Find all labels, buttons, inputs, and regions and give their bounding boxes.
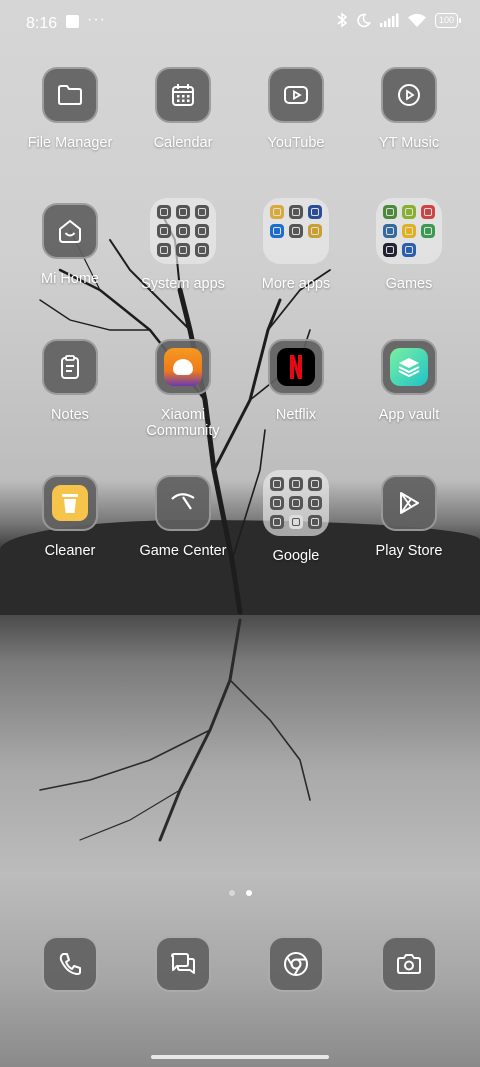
page-indicator [229, 890, 252, 896]
app-app-vault[interactable]: App vault [353, 339, 465, 423]
app-label: Mi Home [40, 271, 99, 287]
home-screen: 8:16 ··· 100 File Manager Calendar YouTu… [0, 0, 480, 1067]
cleaner-icon [42, 475, 98, 531]
app-mi-home[interactable]: Mi Home [14, 203, 126, 287]
folder-google[interactable]: Google [240, 470, 352, 564]
app-cleaner[interactable]: Cleaner [14, 475, 126, 559]
app-label: YT Music [378, 135, 440, 151]
app-label: Notes [51, 407, 89, 423]
app-play-store[interactable]: Play Store [353, 475, 465, 559]
notes-icon [42, 339, 98, 395]
dock-phone[interactable] [42, 936, 98, 992]
app-label: More apps [261, 276, 331, 292]
app-notes[interactable]: Notes [14, 339, 126, 423]
page-dot-1[interactable] [229, 890, 235, 896]
app-xiaomi-community[interactable]: Xiaomi Community [127, 339, 239, 439]
signal-icon [379, 13, 399, 27]
bluetooth-icon [337, 12, 348, 28]
app-game-center[interactable]: Game Center [127, 475, 239, 559]
app-file-manager[interactable]: File Manager [14, 67, 126, 151]
netflix-icon [268, 339, 324, 395]
folder-icon-grid [376, 198, 442, 264]
more-notifications-icon: ··· [87, 11, 106, 28]
game-center-icon [155, 475, 211, 531]
do-not-disturb-icon [357, 13, 371, 27]
folder-games[interactable]: Games [353, 198, 465, 292]
page-dot-2-active[interactable] [246, 890, 252, 896]
folder-icon [42, 67, 98, 123]
folder-icon-grid [263, 470, 329, 536]
app-label: YouTube [267, 135, 325, 151]
app-label: Google [272, 548, 320, 564]
play-circle-icon [381, 67, 437, 123]
dock-messages[interactable] [155, 936, 211, 992]
xiaomi-community-icon [155, 339, 211, 395]
play-store-icon [381, 475, 437, 531]
messages-icon [155, 936, 211, 992]
app-yt-music[interactable]: YT Music [353, 67, 465, 151]
app-label: Cleaner [44, 543, 96, 559]
play-rectangle-icon [268, 67, 324, 123]
home-gesture-bar[interactable] [151, 1055, 329, 1059]
wifi-icon [407, 13, 426, 27]
app-label: File Manager [27, 135, 113, 151]
app-youtube[interactable]: YouTube [240, 67, 352, 151]
clock: 8:16 [26, 15, 58, 32]
dock-camera[interactable] [381, 936, 437, 992]
app-label: Xiaomi Community [146, 407, 220, 439]
app-vault-icon [381, 339, 437, 395]
app-label: Play Store [375, 543, 443, 559]
battery-icon: 100 [434, 12, 462, 28]
chrome-icon [268, 936, 324, 992]
smart-home-icon [42, 203, 98, 259]
app-label: Calendar [153, 135, 213, 151]
app-label: App vault [378, 407, 440, 423]
folder-icon-grid [150, 198, 216, 264]
notification-icon [66, 15, 79, 28]
app-label: Game Center [139, 543, 227, 559]
status-bar: 8:16 ··· 100 [0, 0, 480, 46]
phone-icon [42, 936, 98, 992]
app-label: System apps [141, 276, 225, 292]
app-label: Netflix [275, 407, 317, 423]
app-calendar[interactable]: Calendar [127, 67, 239, 151]
folder-system-apps[interactable]: System apps [127, 198, 239, 292]
app-netflix[interactable]: Netflix [240, 339, 352, 423]
camera-icon [381, 936, 437, 992]
calendar-icon [155, 67, 211, 123]
folder-icon-grid [263, 198, 329, 264]
folder-more-apps[interactable]: More apps [240, 198, 352, 292]
app-label: Games [385, 276, 433, 292]
dock-chrome[interactable] [268, 936, 324, 992]
